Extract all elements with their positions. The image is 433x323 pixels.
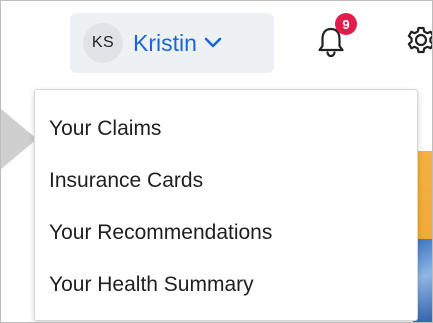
user-menu-button[interactable]: KS Kristin <box>70 13 274 73</box>
screenshot-frame: KS Kristin 9 Your Claims Insurance Cards… <box>0 0 433 323</box>
notification-badge: 9 <box>335 13 357 35</box>
user-name: Kristin <box>133 29 197 56</box>
user-dropdown-menu: Your Claims Insurance Cards Your Recomme… <box>34 89 418 321</box>
chevron-down-icon <box>204 37 222 48</box>
avatar: KS <box>83 23 123 63</box>
gear-icon[interactable] <box>406 23 433 57</box>
menu-item-insurance-cards[interactable]: Insurance Cards <box>35 159 417 211</box>
menu-item-your-claims[interactable]: Your Claims <box>35 107 417 159</box>
menu-item-your-recommendations[interactable]: Your Recommendations <box>35 211 417 263</box>
pointer-arrow-graphic <box>1 57 37 221</box>
menu-item-your-health-summary[interactable]: Your Health Summary <box>35 263 417 315</box>
